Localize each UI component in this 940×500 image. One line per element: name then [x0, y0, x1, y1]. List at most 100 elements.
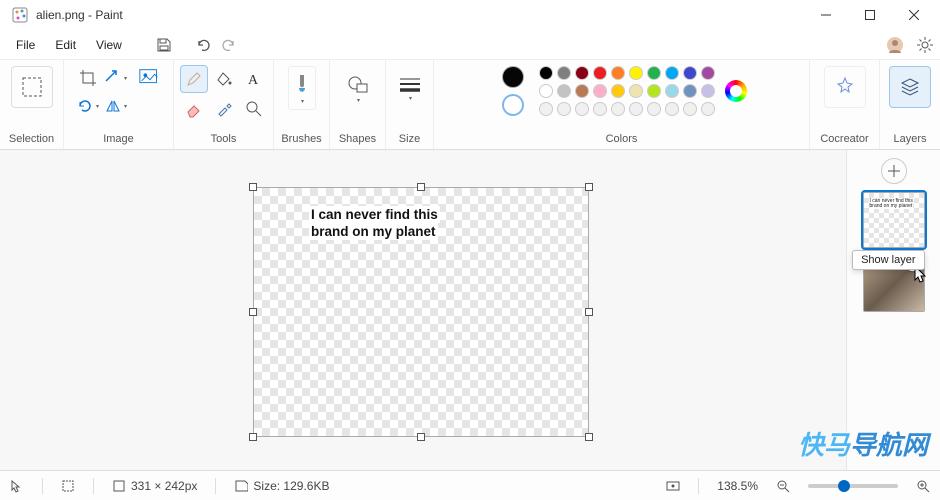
fg-bg-colors[interactable] — [497, 66, 529, 116]
color-swatch[interactable] — [647, 66, 661, 80]
svg-text:A: A — [248, 73, 259, 88]
resize-handle[interactable] — [249, 308, 257, 316]
color-swatch[interactable] — [593, 102, 607, 116]
cursor-pos-indicator — [10, 479, 24, 493]
color-swatch[interactable] — [557, 102, 571, 116]
canvas-text: I can never find this brand on my planet — [309, 206, 440, 240]
color-swatch[interactable] — [611, 66, 625, 80]
magnifier-tool[interactable] — [241, 96, 267, 122]
foreground-color[interactable] — [502, 66, 524, 88]
color-swatch[interactable] — [557, 66, 571, 80]
canvas-dimensions: 331 × 242px — [112, 479, 197, 493]
resize-handle[interactable] — [585, 433, 593, 441]
color-swatch[interactable] — [539, 102, 553, 116]
color-swatch[interactable] — [647, 102, 661, 116]
ribbon-label-layers: Layers — [893, 133, 926, 145]
color-swatch[interactable] — [701, 102, 715, 116]
color-swatch[interactable] — [611, 84, 625, 98]
ribbon-label-shapes: Shapes — [339, 133, 376, 145]
color-swatch[interactable] — [665, 84, 679, 98]
resize-handle[interactable] — [585, 183, 593, 191]
color-swatch[interactable] — [593, 66, 607, 80]
pencil-tool[interactable] — [181, 66, 207, 92]
paste-image-tool[interactable] — [138, 66, 162, 90]
brushes-dropdown[interactable]: ▾ — [288, 66, 316, 110]
cocreator-button[interactable] — [824, 66, 866, 108]
watermark: 快马导航网 — [798, 425, 928, 462]
color-swatch[interactable] — [611, 102, 625, 116]
color-swatch[interactable] — [701, 84, 715, 98]
ribbon-label-cocreator: Cocreator — [820, 133, 868, 145]
layers-panel: I can never find thisbrand on my planet … — [846, 150, 940, 470]
close-button[interactable] — [892, 0, 936, 30]
zoom-out-button[interactable] — [776, 479, 790, 493]
eraser-tool[interactable] — [181, 96, 207, 122]
color-swatch[interactable] — [647, 84, 661, 98]
user-avatar-icon[interactable] — [886, 36, 904, 54]
color-swatch[interactable] — [665, 102, 679, 116]
flip-tool[interactable]: ▾ — [104, 94, 128, 118]
canvas[interactable]: I can never find this brand on my planet — [253, 187, 589, 437]
rotate-tool[interactable]: ▾ — [76, 94, 100, 118]
resize-handle[interactable] — [585, 308, 593, 316]
ribbon-label-colors: Colors — [606, 133, 638, 145]
color-swatch[interactable] — [665, 66, 679, 80]
resize-handle[interactable] — [417, 433, 425, 441]
file-size: Size: 129.6KB — [234, 479, 329, 493]
color-palette — [539, 66, 715, 116]
fit-to-screen-button[interactable] — [666, 479, 680, 493]
color-swatch[interactable] — [683, 102, 697, 116]
color-swatch[interactable] — [629, 102, 643, 116]
zoom-in-button[interactable] — [916, 479, 930, 493]
redo-button[interactable] — [216, 31, 244, 59]
menu-edit[interactable]: Edit — [45, 34, 86, 56]
color-swatch[interactable] — [593, 84, 607, 98]
color-swatch[interactable] — [701, 66, 715, 80]
color-swatch[interactable] — [575, 102, 589, 116]
color-swatch[interactable] — [575, 84, 589, 98]
fill-tool[interactable] — [211, 66, 237, 92]
color-swatch[interactable] — [629, 66, 643, 80]
text-tool[interactable]: A — [241, 66, 267, 92]
resize-tool[interactable]: ▾ — [104, 66, 128, 90]
size-dropdown[interactable]: ▾ — [393, 66, 427, 110]
menu-view[interactable]: View — [86, 34, 132, 56]
undo-button[interactable] — [188, 31, 216, 59]
ribbon-label-selection: Selection — [9, 133, 54, 145]
ribbon-label-size: Size — [399, 133, 420, 145]
menu-file[interactable]: File — [6, 34, 45, 56]
color-swatch[interactable] — [539, 84, 553, 98]
crop-tool[interactable] — [76, 66, 100, 90]
color-swatch[interactable] — [575, 66, 589, 80]
zoom-percent: 138.5% — [717, 479, 758, 493]
ribbon-label-brushes: Brushes — [281, 133, 321, 145]
window-title: alien.png - Paint — [36, 8, 123, 22]
resize-handle[interactable] — [417, 183, 425, 191]
edit-colors-button[interactable] — [725, 80, 747, 102]
save-button[interactable] — [150, 31, 178, 59]
settings-icon[interactable] — [916, 36, 934, 54]
ribbon-label-image: Image — [103, 133, 134, 145]
resize-handle[interactable] — [249, 433, 257, 441]
selection-tool[interactable] — [11, 66, 53, 108]
eyedropper-tool[interactable] — [211, 96, 237, 122]
color-swatch[interactable] — [683, 66, 697, 80]
color-swatch[interactable] — [629, 84, 643, 98]
color-swatch[interactable] — [557, 84, 571, 98]
color-swatch[interactable] — [683, 84, 697, 98]
layer-thumb-1[interactable]: I can never find thisbrand on my planet — [863, 192, 925, 248]
layer-tooltip: Show layer — [852, 250, 924, 270]
minimize-button[interactable] — [804, 0, 848, 30]
paint-app-icon — [12, 7, 28, 23]
resize-handle[interactable] — [249, 183, 257, 191]
selection-size-indicator — [61, 479, 75, 493]
shapes-dropdown[interactable]: ▾ — [341, 66, 375, 110]
maximize-button[interactable] — [848, 0, 892, 30]
ribbon-label-tools: Tools — [211, 133, 237, 145]
canvas-area[interactable]: I can never find this brand on my planet — [0, 150, 846, 470]
background-color[interactable] — [502, 94, 524, 116]
color-swatch[interactable] — [539, 66, 553, 80]
layers-toggle-button[interactable] — [889, 66, 931, 108]
zoom-slider[interactable] — [808, 484, 898, 488]
add-layer-button[interactable] — [881, 158, 907, 184]
